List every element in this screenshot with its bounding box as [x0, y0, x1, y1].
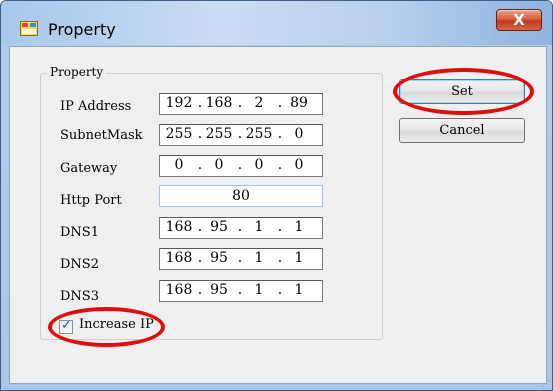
dns3-label: DNS3: [60, 289, 99, 304]
ip-octet[interactable]: 1: [244, 219, 274, 235]
gateway-input[interactable]: 0 . 0 . 0 . 0: [159, 155, 323, 177]
octet-separator: .: [197, 126, 203, 142]
window-title: Property: [48, 20, 116, 39]
dns1-label: DNS1: [60, 225, 99, 240]
ip-octet[interactable]: 255: [244, 126, 274, 142]
resize-grip-icon[interactable]: ⋰: [542, 379, 550, 388]
close-icon: X: [513, 11, 525, 29]
dns2-label: DNS2: [60, 257, 99, 272]
octet-separator: .: [237, 219, 243, 235]
ip-octet[interactable]: 1: [244, 282, 274, 298]
octet-separator: .: [277, 95, 283, 111]
ip-address-input[interactable]: 192 . 168 . 2 . 89: [159, 93, 323, 115]
ip-octet[interactable]: 0: [204, 157, 234, 173]
ip-octet[interactable]: 168: [164, 282, 194, 298]
ip-octet[interactable]: 1: [284, 219, 314, 235]
octet-separator: .: [197, 157, 203, 173]
groupbox-legend: Property: [47, 65, 107, 79]
ip-address-label: IP Address: [60, 99, 132, 114]
octet-separator: .: [197, 95, 203, 111]
octet-separator: .: [197, 250, 203, 266]
ip-octet[interactable]: 168: [164, 219, 194, 235]
ip-octet[interactable]: 0: [164, 157, 194, 173]
ip-octet[interactable]: 168: [204, 95, 234, 111]
dns2-input[interactable]: 168 . 95 . 1 . 1: [159, 248, 323, 270]
subnet-mask-label: SubnetMask: [60, 128, 143, 143]
octet-separator: .: [277, 126, 283, 142]
title-bar[interactable]: Property X: [1, 1, 552, 45]
ip-octet[interactable]: 2: [244, 95, 274, 111]
octet-separator: .: [277, 250, 283, 266]
ip-octet[interactable]: 0: [284, 157, 314, 173]
octet-separator: .: [237, 250, 243, 266]
ip-octet[interactable]: 255: [164, 126, 194, 142]
close-button[interactable]: X: [496, 9, 542, 31]
octet-separator: .: [197, 282, 203, 298]
ip-octet[interactable]: 255: [204, 126, 234, 142]
octet-separator: .: [237, 157, 243, 173]
ip-octet[interactable]: 1: [284, 250, 314, 266]
property-dialog: Property X Property IP Address SubnetMas…: [0, 0, 553, 391]
ip-octet[interactable]: 89: [284, 95, 314, 111]
ip-octet[interactable]: 168: [164, 250, 194, 266]
cancel-button[interactable]: Cancel: [399, 118, 525, 143]
ip-octet[interactable]: 95: [204, 282, 234, 298]
ip-octet[interactable]: 192: [164, 95, 194, 111]
gateway-label: Gateway: [60, 161, 118, 176]
subnet-mask-input[interactable]: 255 . 255 . 255 . 0: [159, 124, 323, 146]
octet-separator: .: [237, 95, 243, 111]
octet-separator: .: [277, 219, 283, 235]
octet-separator: .: [277, 282, 283, 298]
ip-octet[interactable]: 95: [204, 219, 234, 235]
octet-separator: .: [237, 126, 243, 142]
ip-octet[interactable]: 1: [244, 250, 274, 266]
increase-ip-highlight-ellipse: [48, 307, 165, 347]
ip-octet[interactable]: 0: [244, 157, 274, 173]
octet-separator: .: [277, 157, 283, 173]
dns3-input[interactable]: 168 . 95 . 1 . 1: [159, 280, 323, 302]
ip-octet[interactable]: 0: [284, 126, 314, 142]
octet-separator: .: [237, 282, 243, 298]
dns1-input[interactable]: 168 . 95 . 1 . 1: [159, 217, 323, 239]
ip-octet[interactable]: 1: [284, 282, 314, 298]
http-port-label: Http Port: [60, 193, 122, 208]
ip-octet[interactable]: 95: [204, 250, 234, 266]
octet-separator: .: [197, 219, 203, 235]
set-button-highlight-ellipse: [393, 68, 534, 115]
window-app-icon: [20, 21, 38, 36]
http-port-input[interactable]: 80: [159, 185, 323, 207]
